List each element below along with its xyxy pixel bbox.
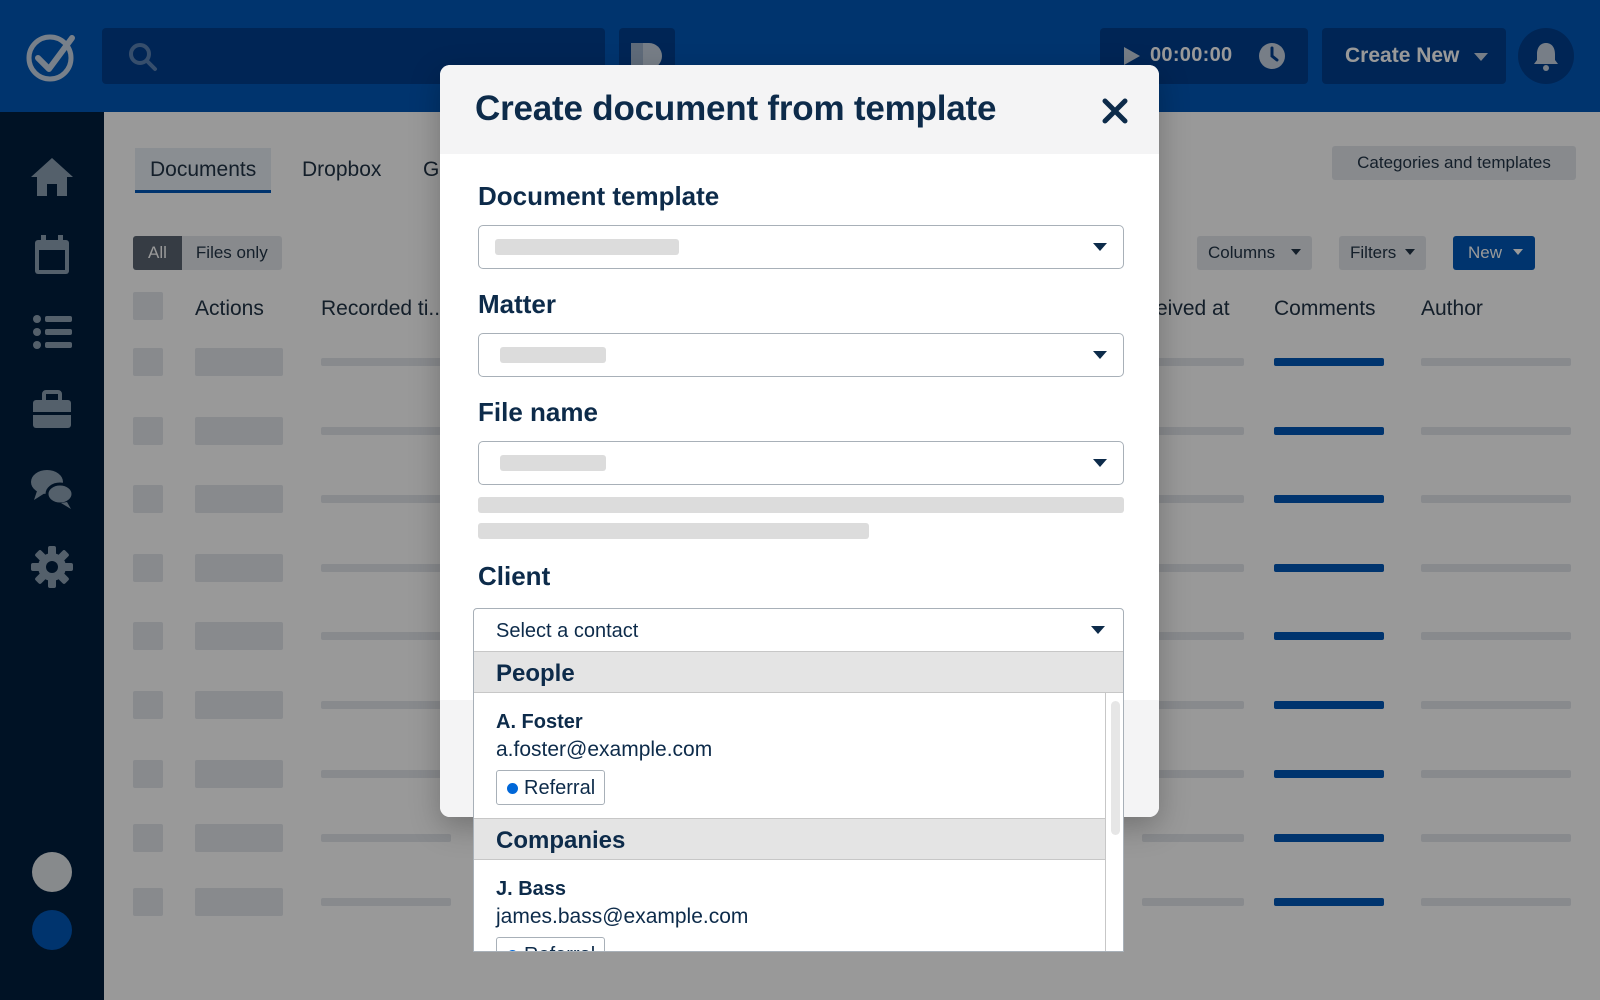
group-label: Companies — [496, 827, 626, 854]
group-header-people: People — [474, 651, 1123, 693]
caret-down-icon — [1091, 626, 1105, 634]
file-name-label: File name — [478, 397, 598, 427]
caret-down-icon — [1093, 243, 1107, 251]
file-name-select[interactable] — [478, 441, 1124, 485]
placeholder-bar — [500, 347, 606, 363]
group-header-companies: Companies — [474, 818, 1105, 860]
referral-tag: Referral — [496, 770, 605, 805]
placeholder-line — [478, 523, 869, 539]
client-dropdown-list: People A. Foster a.foster@example.com Re… — [473, 651, 1124, 952]
tag-dot — [507, 950, 518, 951]
tag-dot — [507, 783, 518, 794]
contact-name: J. Bass — [496, 878, 567, 900]
close-icon[interactable] — [1102, 98, 1128, 124]
document-template-select[interactable] — [478, 225, 1124, 269]
contact-email: james.bass@example.com — [496, 905, 749, 928]
caret-down-icon — [1093, 459, 1107, 467]
tag-label: Referral — [524, 777, 596, 799]
group-label: People — [496, 660, 575, 687]
client-select-value: Select a contact — [496, 620, 639, 642]
matter-select[interactable] — [478, 333, 1124, 377]
modal-title: Create document from template — [475, 89, 997, 128]
document-template-label: Document template — [478, 181, 720, 211]
matter-label: Matter — [478, 289, 557, 319]
client-select[interactable]: Select a contact — [473, 608, 1124, 652]
contact-name: A. Foster — [496, 711, 583, 733]
scrollbar-thumb[interactable] — [1111, 701, 1120, 835]
list-item[interactable]: A. Foster a.foster@example.com Referral — [474, 693, 1105, 818]
placeholder-line — [478, 497, 1124, 513]
client-label: Client — [478, 561, 551, 591]
placeholder-bar — [500, 455, 606, 471]
list-item[interactable]: J. Bass james.bass@example.com Referral — [474, 860, 1105, 951]
placeholder-bar — [495, 239, 679, 255]
tag-label: Referral — [524, 944, 595, 951]
dropdown-scrollbar[interactable] — [1105, 693, 1123, 951]
referral-tag: Referral — [496, 937, 605, 951]
modal-header: Create document from template — [440, 65, 1159, 154]
contact-email: a.foster@example.com — [496, 738, 713, 761]
caret-down-icon — [1093, 351, 1107, 359]
